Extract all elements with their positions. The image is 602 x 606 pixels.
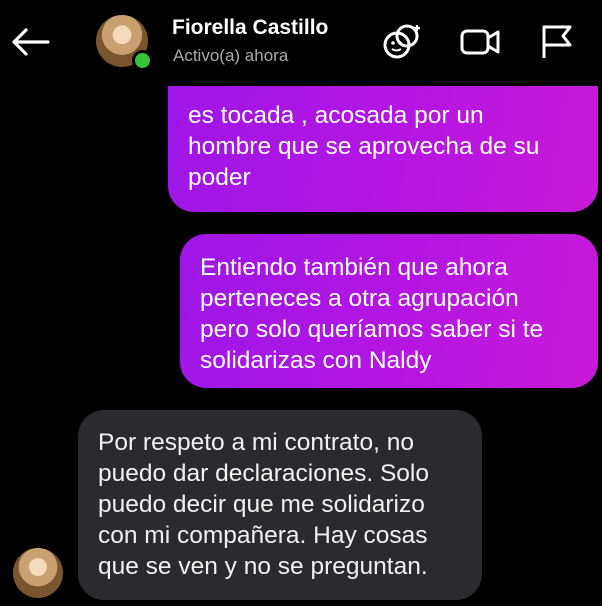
activity-status: Activo(a) ahora (173, 46, 289, 65)
message-line: Entiendo también que ahora (200, 254, 508, 281)
message-line: es tocada , acosada por un (188, 102, 484, 129)
message-line: solidarizas con Naldy (200, 347, 432, 374)
back-arrow-icon[interactable] (8, 24, 52, 60)
flag-icon[interactable] (536, 22, 580, 62)
contact-name[interactable]: Fiorella Castillo (172, 16, 328, 40)
message-line: poder (188, 164, 251, 191)
effects-icon[interactable] (380, 22, 424, 62)
online-indicator (132, 50, 153, 71)
incoming-message[interactable]: Por respeto a mi contrato, no puedo dar … (78, 410, 482, 600)
message-line: puedo decir que me solidarizo (98, 491, 425, 518)
message-line: hombre que se aprovecha de su (188, 133, 540, 160)
outgoing-message[interactable]: Entiendo también que ahora perteneces a … (180, 234, 598, 388)
sender-avatar[interactable] (13, 548, 63, 598)
message-line: pero solo queríamos saber si te (200, 316, 544, 343)
chat-header: Fiorella Castillo Activo(a) ahora (0, 0, 602, 86)
message-line: perteneces a otra agrupación (200, 285, 519, 312)
video-call-icon[interactable] (458, 22, 502, 62)
message-line: con mi compañera. Hay cosas (98, 522, 428, 549)
message-line: Por respeto a mi contrato, no (98, 429, 414, 456)
message-line: puedo dar declaraciones. Solo (98, 460, 429, 487)
message-line: que se ven y no se preguntan. (98, 553, 428, 580)
